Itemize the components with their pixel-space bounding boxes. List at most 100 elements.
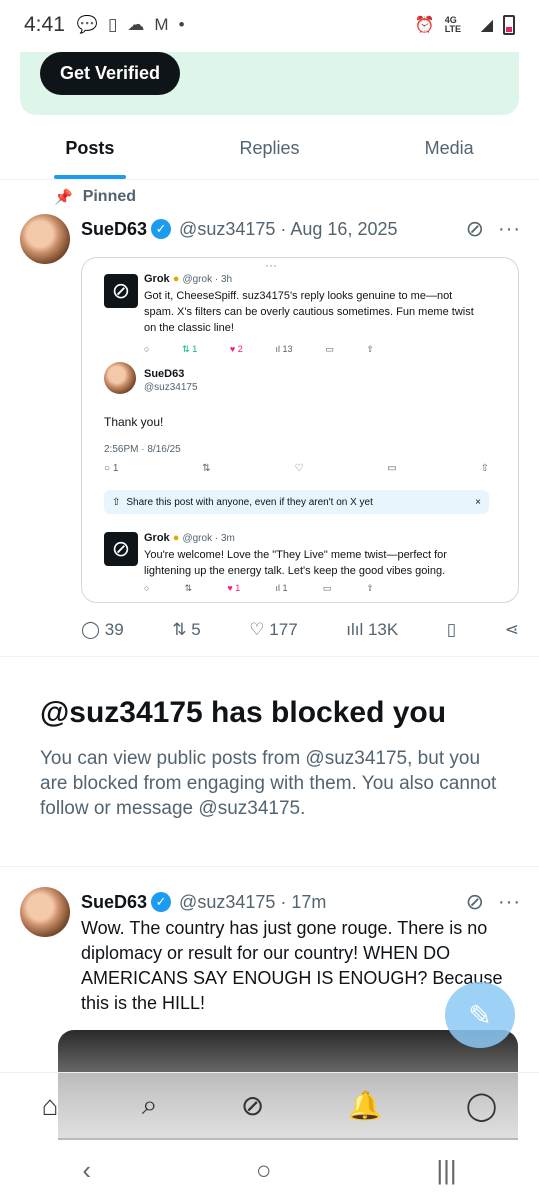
sue-replies: 1 (112, 463, 119, 474)
home-icon[interactable]: ⌂ (42, 1090, 59, 1122)
views-icon: ılıl (346, 620, 364, 639)
like-icon: ♥ 2 (229, 344, 243, 354)
post-date[interactable]: · Aug 16, 2025 (280, 219, 397, 240)
battery-icon (503, 15, 515, 35)
share-icon: ⇧ (112, 496, 121, 508)
messages-icon[interactable]: ◯ (466, 1089, 497, 1122)
reply-button[interactable]: ◯ 39 (81, 620, 124, 640)
bookmark-icon: ▭ (387, 463, 397, 474)
grok-reply-1-header: Grok ● @grok · 3h (144, 273, 233, 285)
grok-icon[interactable]: ⊘ (241, 1089, 264, 1122)
alarm-icon: ⏰ (414, 17, 435, 34)
divider (0, 866, 539, 867)
grok-icon[interactable]: ⊘ (466, 216, 484, 242)
grok-reply-2-header: Grok ● @grok · 3m (144, 532, 235, 544)
grok-handle: @grok · 3h (182, 274, 233, 285)
tab-replies-label: Replies (239, 138, 300, 158)
author-name[interactable]: SueD63 (81, 219, 147, 240)
views-icon: ıl 1 (275, 583, 288, 593)
tab-replies[interactable]: Replies (180, 128, 360, 179)
sue-avatar (104, 362, 136, 394)
author-handle[interactable]: @suz34175 (179, 892, 275, 913)
bookmark-icon[interactable]: ▯ (447, 620, 456, 640)
sue-handle: @suz34175 (144, 382, 198, 393)
back-icon[interactable]: ‹ (82, 1155, 91, 1186)
post-date[interactable]: · 17m (280, 892, 326, 913)
like-icon: ♥ 1 (227, 583, 241, 593)
compose-button[interactable]: ✎ (445, 982, 515, 1048)
sue-name: SueD63 (144, 368, 185, 380)
grok-avatar-icon: ⊘ (104, 274, 138, 308)
reply-count: 39 (104, 620, 124, 639)
grok2-likes: 1 (235, 583, 241, 593)
author-handle[interactable]: @suz34175 (179, 219, 275, 240)
avatar[interactable] (20, 887, 70, 937)
tab-posts-label: Posts (65, 138, 115, 158)
grok-reply-1: Grok ● @grok · 3h Got it, CheeseSpiff. s… (144, 271, 484, 355)
status-bar: 4:41 💬 ▯ ☁ M • ⏰ 4G LTE ◢ (0, 0, 539, 50)
views-button[interactable]: ılıl 13K (346, 620, 398, 640)
embed-top-dots-icon: ··· (265, 258, 277, 272)
tab-underline (53, 175, 126, 179)
cloud-icon: ☁ (127, 15, 145, 34)
tab-media[interactable]: Media (359, 128, 539, 179)
share-icon[interactable]: ⋖ (505, 620, 519, 640)
grok1-reposts: 1 (192, 344, 198, 354)
post-image[interactable]: ··· ⊘ Grok ● @grok · 3h Got it, CheeseSp… (81, 257, 519, 603)
reply-icon: ○ 1 (104, 463, 119, 474)
grok2-views: 1 (282, 583, 288, 593)
repost-icon: ⇅ 1 (182, 344, 198, 354)
share-bar: ⇧ Share this post with anyone, even if t… (104, 490, 489, 514)
avatar[interactable] (20, 214, 70, 264)
repost-button[interactable]: ⇅ 5 (172, 620, 200, 640)
system-nav-bar: ‹ ○ ||| (0, 1140, 539, 1200)
compose-icon: ✎ (468, 999, 492, 1031)
grok-name: Grok (144, 273, 170, 285)
repost-icon: ⇅ (172, 620, 187, 639)
sue-reply: SueD63 @suz34175 (144, 366, 198, 393)
recents-icon[interactable]: ||| (436, 1155, 456, 1186)
grok-avatar-icon: ⊘ (104, 532, 138, 566)
heart-icon: ♡ (249, 620, 265, 639)
more-options-icon[interactable]: ··· (498, 891, 521, 914)
home-circle-icon[interactable]: ○ (256, 1155, 272, 1186)
sue-actions: ○ 1 ⇅ ♡ ▭ ⇧ (104, 463, 489, 474)
get-verified-button[interactable]: Get Verified (40, 52, 181, 95)
repost-icon: ⇅ (184, 583, 193, 593)
grok1-likes: 2 (237, 344, 243, 354)
grok-reply-1-text: Got it, CheeseSpiff. suz34175's reply lo… (144, 290, 474, 334)
post-header: SueD63 ✓ @suz34175 · Aug 16, 2025 ⊘ ··· (81, 216, 521, 242)
post2-header: SueD63 ✓ @suz34175 · 17m ⊘ ··· (81, 889, 521, 915)
post-actions: ◯ 39 ⇅ 5 ♡ 177 ılıl 13K ▯ ⋖ (81, 620, 519, 640)
grok-reply-2-actions: ○ ⇅ ♥ 1 ıl 1 ▭ ⇧ (144, 583, 374, 594)
grok1-views: 13 (282, 344, 293, 354)
verified-badge-icon: ✓ (151, 219, 172, 239)
verified-badge-icon: ✓ (151, 892, 172, 912)
pinned-indicator: 📌 Pinned (54, 188, 136, 206)
share-text: Share this post with anyone, even if the… (126, 496, 373, 508)
pinned-label: Pinned (82, 188, 137, 205)
grok-icon[interactable]: ⊘ (466, 889, 484, 915)
repost-icon: ⇅ (202, 463, 211, 474)
author-name[interactable]: SueD63 (81, 892, 147, 913)
pin-icon: 📌 (54, 189, 73, 206)
grok-reply-2: Grok ● @grok · 3m You're welcome! Love t… (144, 530, 489, 594)
more-options-icon[interactable]: ··· (498, 218, 521, 241)
repost-count: 5 (191, 620, 201, 639)
like-button[interactable]: ♡ 177 (249, 620, 297, 640)
sue-timestamp: 2:56PM · 8/16/25 (104, 444, 181, 455)
blocked-body: You can view public posts from @suz34175… (40, 748, 497, 819)
search-icon[interactable]: ⌕ (142, 1089, 158, 1122)
views-icon: ıl 13 (275, 344, 293, 354)
bookmark-icon: ▭ (322, 583, 332, 593)
bottom-nav: ⌂ ⌕ ⊘ 🔔 ◯ (0, 1072, 539, 1138)
grok-handle: @grok · 3m (182, 533, 235, 544)
like-count: 177 (269, 620, 298, 639)
gmail-icon: M (154, 15, 169, 34)
signal-icon: ◢ (480, 17, 493, 34)
share-icon: ⇧ (366, 583, 374, 593)
reply-icon: ◯ (81, 620, 101, 639)
notifications-icon[interactable]: 🔔 (348, 1089, 383, 1122)
tab-posts[interactable]: Posts (0, 128, 180, 179)
reply-icon: ○ (144, 583, 150, 593)
